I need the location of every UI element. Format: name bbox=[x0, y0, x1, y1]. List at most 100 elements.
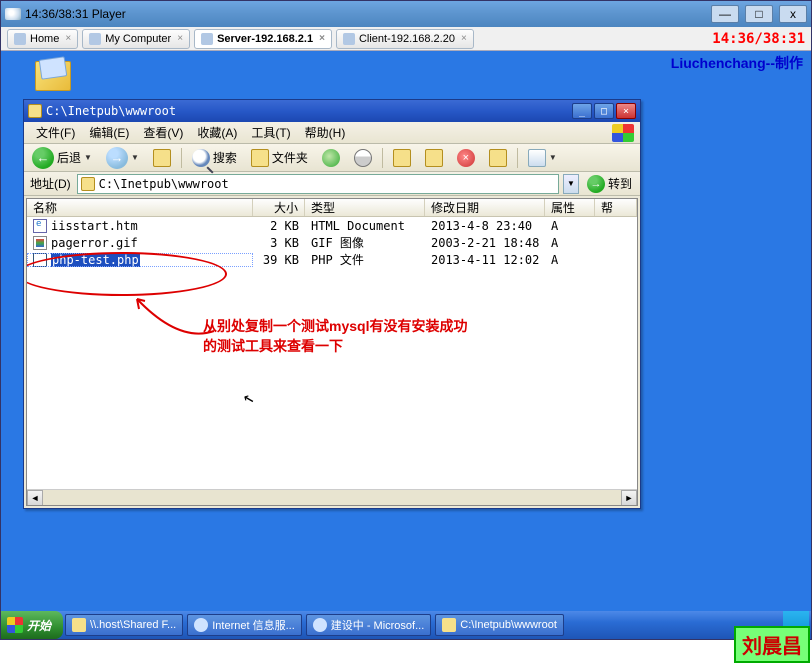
file-row[interactable]: php-test.php 39 KB PHP 文件 2013-4-11 12:0… bbox=[27, 251, 637, 268]
start-label: 开始 bbox=[27, 617, 51, 634]
separator bbox=[517, 148, 518, 168]
address-input[interactable]: C:\Inetpub\wwwroot bbox=[77, 174, 559, 194]
col-extra[interactable]: 帮 bbox=[595, 199, 637, 216]
desktop-mydocs-icon[interactable] bbox=[29, 61, 77, 101]
vm-minimize-button[interactable]: — bbox=[711, 5, 739, 23]
folder-icon bbox=[81, 177, 95, 191]
tab-close-icon[interactable]: × bbox=[319, 33, 325, 44]
folders-icon bbox=[251, 149, 269, 167]
copyto-icon bbox=[425, 149, 443, 167]
sync-button[interactable] bbox=[318, 147, 344, 169]
horizontal-scrollbar[interactable]: ◄ ► bbox=[27, 489, 637, 505]
scroll-left-button[interactable]: ◄ bbox=[27, 490, 43, 506]
guest-desktop: Liuchenchang--制作 C:\Inetpub\wwwroot _ □ … bbox=[1, 51, 811, 639]
tab-mycomputer[interactable]: My Computer × bbox=[82, 29, 190, 49]
delete-button[interactable]: × bbox=[453, 147, 479, 169]
up-button[interactable] bbox=[149, 147, 175, 169]
image-file-icon bbox=[33, 236, 47, 250]
explorer-menubar: 文件(F) 编辑(E) 查看(V) 收藏(A) 工具(T) 帮助(H) bbox=[24, 122, 640, 144]
vm-close-button[interactable]: x bbox=[779, 5, 807, 23]
moveto-icon bbox=[393, 149, 411, 167]
arrow-left-icon: ← bbox=[32, 147, 54, 169]
task-label: 建设中 - Microsof... bbox=[331, 617, 425, 633]
explorer-titlebar[interactable]: C:\Inetpub\wwwroot _ □ × bbox=[24, 100, 640, 122]
scroll-right-button[interactable]: ► bbox=[621, 490, 637, 506]
menu-edit[interactable]: 编辑(E) bbox=[83, 122, 135, 143]
annotation-arrow bbox=[129, 293, 219, 353]
folders-button[interactable]: 文件夹 bbox=[247, 147, 312, 169]
file-type: PHP 文件 bbox=[305, 251, 425, 268]
menu-file[interactable]: 文件(F) bbox=[30, 122, 81, 143]
file-list-area: 名称 大小 类型 修改日期 属性 帮 iisstart.htm 2 KB HTM… bbox=[26, 198, 638, 506]
history-button[interactable] bbox=[350, 147, 376, 169]
tab-close-icon[interactable]: × bbox=[65, 33, 71, 44]
iis-icon bbox=[194, 618, 208, 632]
col-size[interactable]: 大小 bbox=[253, 199, 305, 216]
tab-server[interactable]: Server-192.168.2.1 × bbox=[194, 29, 332, 49]
computer-icon bbox=[201, 33, 213, 45]
sync-icon bbox=[322, 149, 340, 167]
explorer-close-button[interactable]: × bbox=[616, 103, 636, 119]
tab-close-icon[interactable]: × bbox=[461, 33, 467, 44]
folder-icon bbox=[28, 104, 42, 118]
file-row[interactable]: iisstart.htm 2 KB HTML Document 2013-4-8… bbox=[27, 217, 637, 234]
explorer-title: C:\Inetpub\wwwroot bbox=[46, 104, 176, 118]
folder-icon bbox=[35, 61, 71, 91]
ie-icon bbox=[313, 618, 327, 632]
address-dropdown[interactable]: ▼ bbox=[563, 174, 579, 194]
cursor-icon: ↖ bbox=[240, 386, 256, 409]
annotation-text: 从别处复制一个测试mysql有没有安装成功 的测试工具来查看一下 bbox=[203, 317, 467, 356]
menu-view[interactable]: 查看(V) bbox=[137, 122, 189, 143]
menu-favorites[interactable]: 收藏(A) bbox=[191, 122, 243, 143]
file-type: GIF 图像 bbox=[305, 234, 425, 251]
views-button[interactable]: ▼ bbox=[524, 147, 561, 169]
scroll-track[interactable] bbox=[43, 490, 621, 505]
go-label: 转到 bbox=[608, 175, 632, 192]
file-date: 2003-2-21 18:48 bbox=[425, 236, 545, 250]
search-button[interactable]: 搜索 bbox=[188, 147, 241, 169]
explorer-maximize-button[interactable]: □ bbox=[594, 103, 614, 119]
tab-home[interactable]: Home × bbox=[7, 29, 78, 49]
go-button[interactable]: → 转到 bbox=[583, 175, 636, 193]
undo-button[interactable] bbox=[485, 147, 511, 169]
col-date[interactable]: 修改日期 bbox=[425, 199, 545, 216]
taskbar-item[interactable]: 建设中 - Microsof... bbox=[306, 614, 432, 636]
copyto-button[interactable] bbox=[421, 147, 447, 169]
credit-label: Liuchenchang--制作 bbox=[671, 53, 803, 73]
tab-close-icon[interactable]: × bbox=[177, 33, 183, 44]
taskbar-item[interactable]: Internet 信息服... bbox=[187, 614, 302, 636]
col-name[interactable]: 名称 bbox=[27, 199, 253, 216]
menu-help[interactable]: 帮助(H) bbox=[299, 122, 352, 143]
folder-icon bbox=[72, 618, 86, 632]
explorer-minimize-button[interactable]: _ bbox=[572, 103, 592, 119]
menu-tools[interactable]: 工具(T) bbox=[245, 122, 296, 143]
tab-label: Server-192.168.2.1 bbox=[217, 33, 313, 45]
taskbar-item[interactable]: \\.host\Shared F... bbox=[65, 614, 183, 636]
delete-icon: × bbox=[457, 149, 475, 167]
file-size: 2 KB bbox=[253, 219, 305, 233]
views-icon bbox=[528, 149, 546, 167]
taskbar-item[interactable]: C:\Inetpub\wwwroot bbox=[435, 614, 564, 636]
html-file-icon bbox=[33, 219, 47, 233]
file-name: php-test.php bbox=[51, 253, 140, 267]
vm-maximize-button[interactable]: □ bbox=[745, 5, 773, 23]
back-button[interactable]: ← 后退 ▼ bbox=[28, 145, 96, 171]
address-path: C:\Inetpub\wwwroot bbox=[99, 177, 229, 191]
tab-client[interactable]: Client-192.168.2.20 × bbox=[336, 29, 474, 49]
computer-icon bbox=[89, 33, 101, 45]
file-row[interactable]: pagerror.gif 3 KB GIF 图像 2003-2-21 18:48… bbox=[27, 234, 637, 251]
moveto-button[interactable] bbox=[389, 147, 415, 169]
tab-label: Home bbox=[30, 33, 59, 45]
timestamp-label: 14:36/38:31 bbox=[712, 31, 805, 47]
php-file-icon bbox=[33, 253, 47, 267]
col-type[interactable]: 类型 bbox=[305, 199, 425, 216]
separator bbox=[382, 148, 383, 168]
file-name: pagerror.gif bbox=[51, 236, 138, 250]
col-attr[interactable]: 属性 bbox=[545, 199, 595, 216]
start-button[interactable]: 开始 bbox=[1, 611, 63, 639]
file-attr: A bbox=[545, 219, 595, 233]
task-label: \\.host\Shared F... bbox=[90, 619, 176, 631]
task-label: C:\Inetpub\wwwroot bbox=[460, 619, 557, 631]
vm-titlebar: 14:36/38:31 Player — □ x bbox=[1, 1, 811, 27]
forward-button[interactable]: → ▼ bbox=[102, 145, 143, 171]
